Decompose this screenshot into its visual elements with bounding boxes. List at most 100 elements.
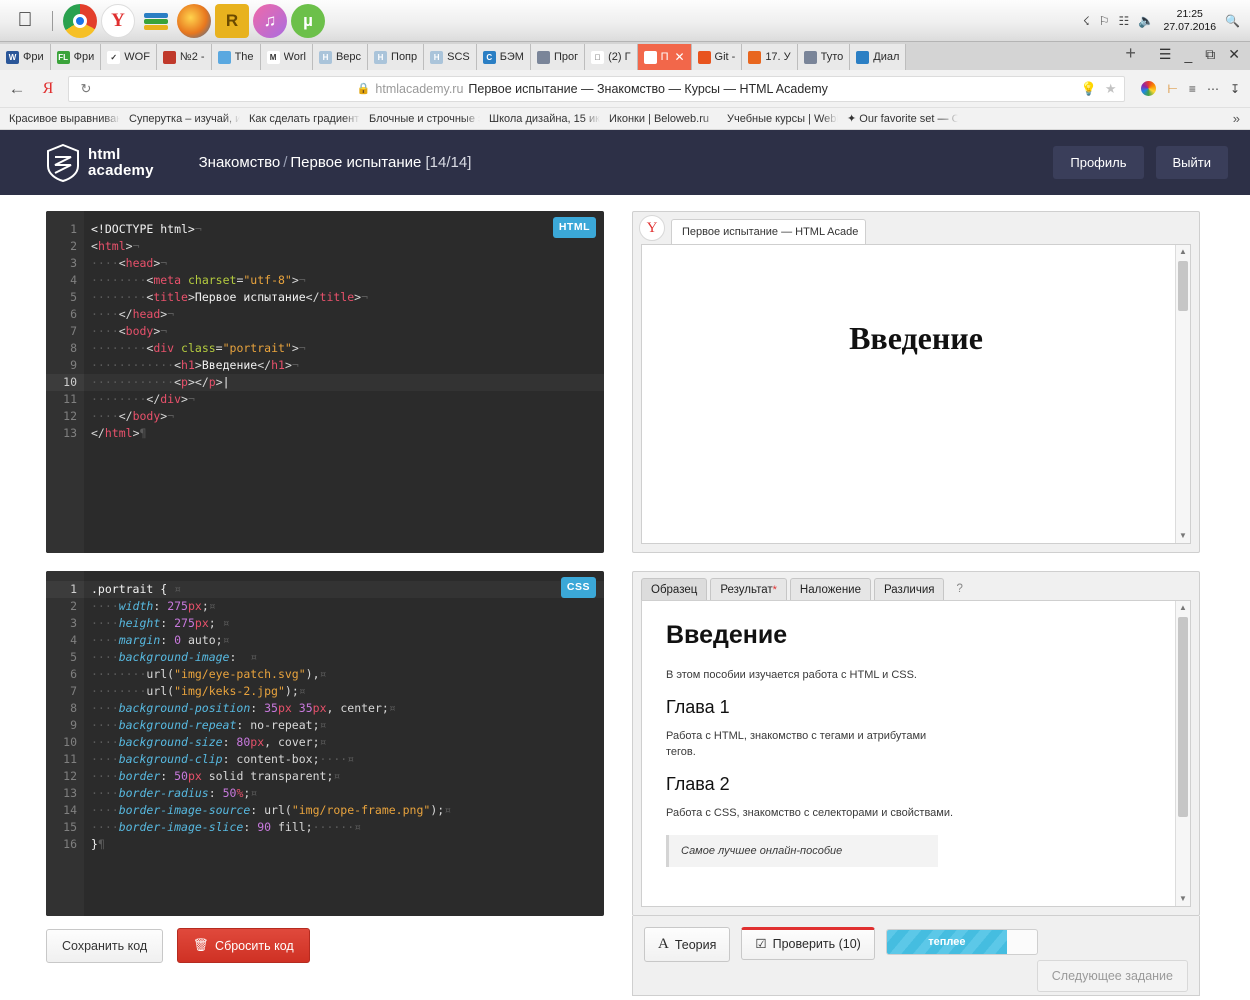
bluestacks-icon[interactable] — [139, 4, 173, 38]
bookmark-item[interactable]: Красивое выравниван — [0, 113, 120, 125]
bookmark-item[interactable]: Школа дизайна, 15 ик — [480, 113, 600, 125]
scroll-down-icon[interactable]: ▼ — [1176, 892, 1190, 906]
browser-tab[interactable]: HSCS — [424, 44, 477, 70]
css-editor-code[interactable]: .portrait { ¤····width: 275px;¤····heigh… — [84, 571, 604, 916]
preview-scrollbar[interactable]: ▲ ▼ — [1175, 245, 1190, 543]
html-academy-logo[interactable]: html academy — [46, 144, 154, 182]
code-line[interactable]: </html>¶ — [91, 425, 604, 442]
rockstar-icon[interactable]: R — [215, 4, 249, 38]
breadcrumb-section[interactable]: Знакомство — [199, 154, 281, 171]
code-line[interactable]: ····background-image: ¤ — [91, 649, 604, 666]
reload-icon[interactable]: ↻ — [68, 81, 104, 97]
omnibox[interactable]: ↻ 🔒 htmlacademy.ru Первое испытание — Зн… — [68, 76, 1125, 102]
browser-tab[interactable]: HВерс — [313, 44, 368, 70]
browser-tab[interactable]: Диал — [850, 44, 906, 70]
html-editor-code[interactable]: <!DOCTYPE html>¬<html>¬····<head>¬······… — [84, 211, 604, 553]
bookmarks-overflow-button[interactable]: » — [1223, 111, 1250, 126]
code-line[interactable]: ····border-image-source: url("img/rope-f… — [91, 802, 604, 819]
next-task-button[interactable]: Следующее задание — [1037, 960, 1188, 992]
menu-icon[interactable]: ☰ — [1159, 46, 1172, 63]
reset-code-button[interactable]: 🗑 Сбросить код — [177, 928, 310, 963]
itunes-icon[interactable]: ♫ — [253, 4, 287, 38]
bookmark-item[interactable]: Как сделать градиент — [240, 113, 360, 125]
bookmark-item[interactable]: Иконки | Beloweb.ru — [600, 113, 718, 125]
restore-icon[interactable]: ⧉ — [1205, 46, 1215, 63]
apple-icon[interactable]:  — [8, 4, 42, 38]
check-button[interactable]: ☑ Проверить (10) — [741, 927, 874, 960]
browser-tab[interactable]: ✓WOF — [101, 44, 157, 70]
code-line[interactable]: ····border: 50px solid transparent;¤ — [91, 768, 604, 785]
code-line[interactable]: ····</body>¬ — [91, 408, 604, 425]
browser-tab[interactable]: MWorl — [261, 44, 313, 70]
result-tab[interactable]: Различия — [874, 578, 944, 600]
code-line[interactable]: ····background-size: 80px, cover;¤ — [91, 734, 604, 751]
profile-button[interactable]: Профиль — [1053, 146, 1143, 179]
code-line[interactable]: ····<head>¬ — [91, 255, 604, 272]
save-code-button[interactable]: Сохранить код — [46, 929, 163, 963]
search-icon[interactable]: 🔍 — [1225, 14, 1240, 28]
result-scrollbar[interactable]: ▲ ▼ — [1175, 601, 1190, 906]
result-tab[interactable]: Наложение — [790, 578, 871, 600]
result-tab[interactable]: Результат* — [710, 578, 787, 600]
bookmark-item[interactable]: ✦ Our favorite set — C — [838, 112, 958, 125]
scroll-up-icon[interactable]: ▲ — [1176, 245, 1190, 259]
browser-tab[interactable]: №2 - — [157, 44, 212, 70]
code-line[interactable]: ············<h1>Введение</h1>¬ — [91, 357, 604, 374]
browser-tab[interactable]: 17. У — [742, 44, 797, 70]
code-line[interactable]: ····border-image-slice: 90 fill;······¤ — [91, 819, 604, 836]
ruler-icon[interactable]: ⊢ — [1167, 82, 1177, 96]
code-line[interactable]: ········</div>¬ — [91, 391, 604, 408]
browser-tab[interactable]: WФри — [0, 44, 51, 70]
utorrent-icon[interactable]: µ — [291, 4, 325, 38]
browser-tab[interactable]: FLФри — [51, 44, 102, 70]
more-icon[interactable]: ⋯ — [1207, 82, 1219, 96]
browser-tab[interactable]: The — [212, 44, 261, 70]
bulb-icon[interactable]: 💡 — [1081, 81, 1097, 97]
code-line[interactable]: ····<body>¬ — [91, 323, 604, 340]
code-line[interactable]: ····width: 275px;¤ — [91, 598, 604, 615]
result-tab[interactable]: Образец — [641, 578, 707, 600]
bookmark-item[interactable]: Суперутка – изучай, и — [120, 113, 240, 125]
html-code-editor[interactable]: 12345678910111213 <!DOCTYPE html>¬<html>… — [46, 211, 604, 553]
code-line[interactable]: .portrait { ¤ — [84, 581, 604, 598]
reading-list-icon[interactable]: ≡ — [1189, 82, 1196, 96]
code-line[interactable]: ····background-position: 35px 35px, cent… — [91, 700, 604, 717]
code-line[interactable]: ····background-repeat: no-repeat;¤ — [91, 717, 604, 734]
code-line[interactable]: }¶ — [91, 836, 604, 853]
code-line[interactable]: ········url("img/keks-2.jpg");¤ — [91, 683, 604, 700]
preview-tab[interactable]: Первое испытание — HTML Acade — [671, 219, 866, 244]
minimize-icon[interactable]: _ — [1184, 47, 1192, 63]
logout-button[interactable]: Выйти — [1156, 146, 1229, 179]
scroll-down-icon[interactable]: ▼ — [1176, 529, 1190, 543]
tab-close-icon[interactable]: ✕ — [674, 50, 684, 64]
scroll-thumb[interactable] — [1178, 261, 1188, 311]
browser-tab[interactable]: П✕ — [638, 44, 692, 70]
color-wheel-icon[interactable] — [1141, 81, 1156, 96]
star-icon[interactable]: ★ — [1105, 81, 1117, 97]
browser-tab[interactable]: Прог — [531, 44, 585, 70]
downloads-icon[interactable]: ↧ — [1230, 82, 1240, 96]
firefox-icon[interactable] — [177, 4, 211, 38]
theory-button[interactable]: A Теория — [644, 927, 730, 962]
browser-tab[interactable]: Git - — [692, 44, 743, 70]
action-center-icon[interactable]: ☷ — [1119, 14, 1130, 28]
network-icon[interactable]: ☇ — [1083, 14, 1090, 28]
browser-tab[interactable]: Туто — [798, 44, 851, 70]
browser-tab[interactable]: (2) Г — [585, 44, 637, 70]
code-line[interactable]: ········<meta charset="utf-8">¬ — [91, 272, 604, 289]
chrome-icon[interactable] — [63, 4, 97, 38]
code-line[interactable]: ····</head>¬ — [91, 306, 604, 323]
code-line[interactable]: ········url("img/eye-patch.svg"),¤ — [91, 666, 604, 683]
help-button[interactable]: ? — [947, 578, 971, 600]
flag-icon[interactable]: ⚐ — [1099, 14, 1110, 28]
bookmark-item[interactable]: Учебные курсы | WebF — [718, 113, 838, 125]
code-line[interactable]: ····background-clip: content-box;····¤ — [91, 751, 604, 768]
browser-tab[interactable]: HПопр — [368, 44, 424, 70]
code-line[interactable]: ····margin: 0 auto;¤ — [91, 632, 604, 649]
css-code-editor[interactable]: 12345678910111213141516 .portrait { ¤···… — [46, 571, 604, 916]
code-line[interactable]: ····height: 275px; ¤ — [91, 615, 604, 632]
code-line[interactable]: ········<title>Первое испытание</title>¬ — [91, 289, 604, 306]
yandex-browser-icon[interactable]: Y — [101, 4, 135, 38]
bookmark-item[interactable]: Блочные и строчные э — [360, 113, 480, 125]
taskbar-clock[interactable]: 21:25 27.07.2016 — [1163, 8, 1216, 34]
